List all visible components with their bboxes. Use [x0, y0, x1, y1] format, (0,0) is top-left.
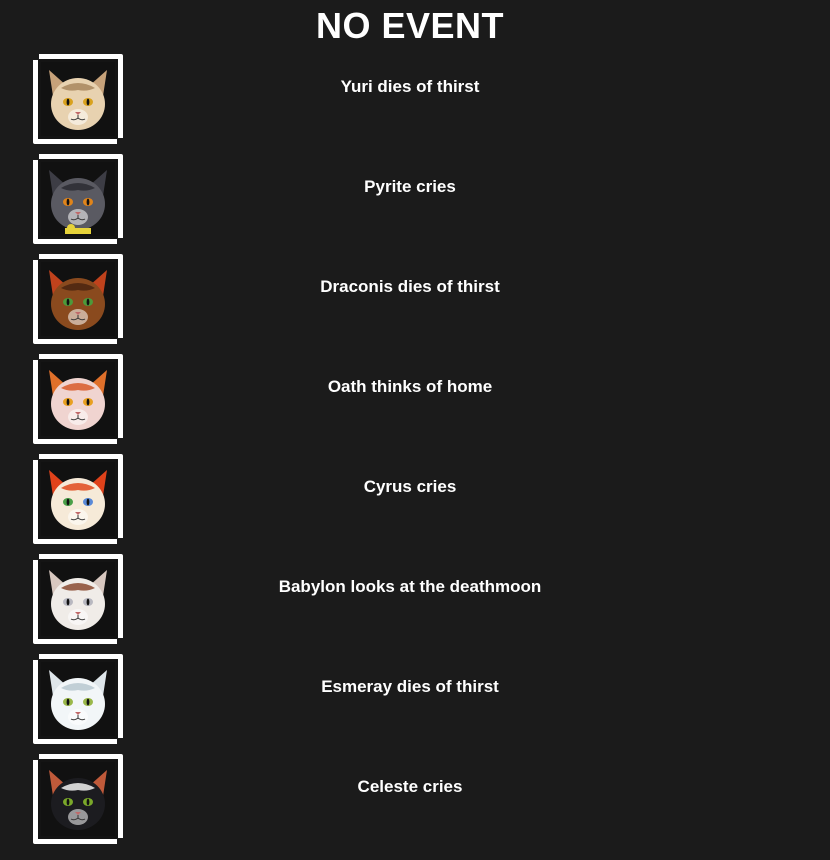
event-row: Cyrus cries	[0, 453, 830, 545]
event-row: Celeste cries	[0, 753, 830, 845]
cat-face-icon	[49, 270, 107, 330]
cat-portrait-image	[41, 462, 115, 536]
cat-portrait[interactable]	[33, 54, 123, 144]
event-text: Draconis dies of thirst	[320, 277, 500, 296]
cat-portrait[interactable]	[33, 554, 123, 644]
page-title: NO EVENT	[315, 5, 505, 46]
cat-face-icon	[49, 570, 107, 630]
cat-portrait[interactable]	[33, 154, 123, 244]
event-row: Pyrite cries	[0, 153, 830, 245]
cat-portrait-image	[41, 562, 115, 636]
event-row: Draconis dies of thirst	[0, 253, 830, 345]
cat-portrait-image	[41, 662, 115, 736]
event-text: Celeste cries	[357, 777, 463, 796]
cat-face-icon	[49, 70, 107, 130]
event-text: Yuri dies of thirst	[340, 77, 480, 96]
event-row: Esmeray dies of thirst	[0, 653, 830, 745]
cat-portrait[interactable]	[33, 654, 123, 744]
cat-portrait-image	[41, 62, 115, 136]
cat-face-icon	[49, 770, 107, 830]
cat-face-icon	[49, 170, 107, 234]
cat-portrait[interactable]	[33, 254, 123, 344]
cat-face-icon	[49, 370, 107, 430]
cat-portrait-image	[41, 362, 115, 436]
cat-face-icon	[49, 470, 107, 530]
cat-portrait-image	[41, 162, 115, 236]
event-text: Esmeray dies of thirst	[321, 677, 499, 696]
event-text: Oath thinks of home	[327, 377, 493, 396]
event-text: Pyrite cries	[364, 177, 456, 196]
cat-portrait[interactable]	[33, 354, 123, 444]
event-row: Babylon looks at the deathmoon	[0, 553, 830, 645]
cat-portrait-image	[41, 262, 115, 336]
event-row: Oath thinks of home	[0, 353, 830, 445]
cat-portrait[interactable]	[33, 754, 123, 844]
event-row: Yuri dies of thirst	[0, 53, 830, 145]
cat-portrait[interactable]	[33, 454, 123, 544]
event-text: Cyrus cries	[363, 477, 457, 496]
cat-portrait-image	[41, 762, 115, 836]
event-text: Babylon looks at the deathmoon	[278, 577, 542, 596]
cat-face-icon	[49, 670, 107, 730]
